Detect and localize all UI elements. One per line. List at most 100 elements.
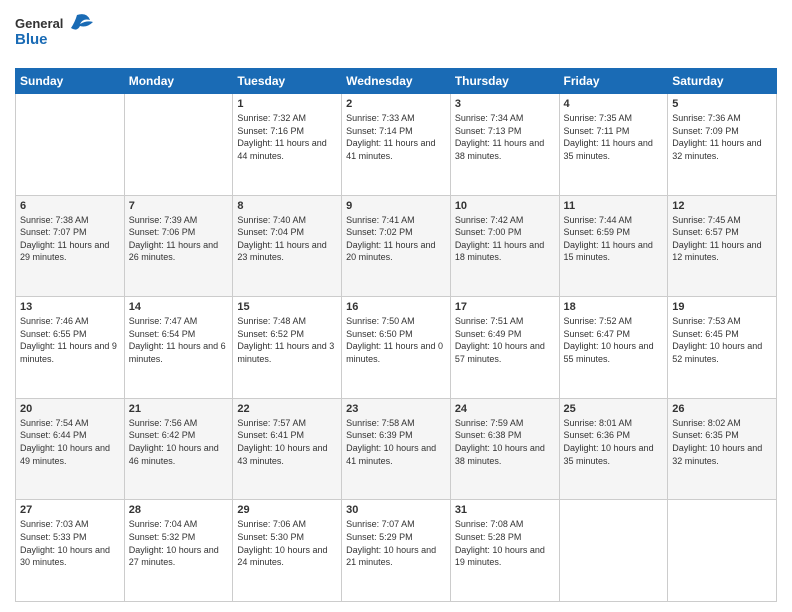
calendar-cell: 13Sunrise: 7:46 AM Sunset: 6:55 PM Dayli… <box>16 297 125 399</box>
calendar-cell: 2 Sunrise: 7:33 AM Sunset: 7:14 PM Daylig… <box>342 94 451 196</box>
day-info: Sunrise: 7:45 AM Sunset: 6:57 PM Dayligh… <box>672 214 772 264</box>
calendar-cell: 4 Sunrise: 7:35 AM Sunset: 7:11 PM Daylig… <box>559 94 668 196</box>
calendar-week-row: 27 Sunrise: 7:03 AM Sunset: 5:33 PM Dayli… <box>16 500 777 602</box>
calendar-cell: 25 Sunrise: 8:01 AM Sunset: 6:36 PM Dayli… <box>559 398 668 500</box>
calendar-cell: 15 Sunrise: 7:48 AM Sunset: 6:52 PM Dayli… <box>233 297 342 399</box>
calendar-cell <box>16 94 125 196</box>
day-of-week-header: Saturday <box>668 69 777 94</box>
day-number: 20 <box>20 403 120 415</box>
day-info: Sunrise: 7:03 AM Sunset: 5:33 PM Dayligh… <box>20 518 120 568</box>
day-number: 17 <box>455 301 555 313</box>
day-info: Sunrise: 7:47 AM Sunset: 6:54 PM Dayligh… <box>129 315 229 365</box>
calendar-cell: 28 Sunrise: 7:04 AM Sunset: 5:32 PM Dayli… <box>124 500 233 602</box>
day-number: 7 <box>129 200 229 212</box>
day-info: Sunrise: 7:56 AM Sunset: 6:42 PM Dayligh… <box>129 417 229 467</box>
day-of-week-header: Monday <box>124 69 233 94</box>
calendar-cell: 8Sunrise: 7:40 AM Sunset: 7:04 PM Daylig… <box>233 195 342 297</box>
calendar-cell: 24 Sunrise: 7:59 AM Sunset: 6:38 PM Dayli… <box>450 398 559 500</box>
day-info: Sunrise: 7:39 AM Sunset: 7:06 PM Dayligh… <box>129 214 229 264</box>
day-number: 22 <box>237 403 337 415</box>
day-number: 30 <box>346 504 446 516</box>
calendar-cell: 14 Sunrise: 7:47 AM Sunset: 6:54 PM Dayli… <box>124 297 233 399</box>
day-number: 9 <box>346 200 446 212</box>
day-number: 25 <box>564 403 664 415</box>
day-of-week-header: Thursday <box>450 69 559 94</box>
calendar-cell: 21 Sunrise: 7:56 AM Sunset: 6:42 PM Dayli… <box>124 398 233 500</box>
day-info: Sunrise: 7:50 AM Sunset: 6:50 PM Dayligh… <box>346 315 446 365</box>
day-info: Sunrise: 7:53 AM Sunset: 6:45 PM Dayligh… <box>672 315 772 365</box>
day-number: 3 <box>455 98 555 110</box>
calendar-table: SundayMondayTuesdayWednesdayThursdayFrid… <box>15 68 777 602</box>
calendar-cell: 5Sunrise: 7:36 AM Sunset: 7:09 PM Daylig… <box>668 94 777 196</box>
day-number: 4 <box>564 98 664 110</box>
day-number: 19 <box>672 301 772 313</box>
calendar-cell: 11 Sunrise: 7:44 AM Sunset: 6:59 PM Dayli… <box>559 195 668 297</box>
calendar-week-row: 20 Sunrise: 7:54 AM Sunset: 6:44 PM Dayli… <box>16 398 777 500</box>
day-number: 21 <box>129 403 229 415</box>
day-number: 10 <box>455 200 555 212</box>
day-info: Sunrise: 7:06 AM Sunset: 5:30 PM Dayligh… <box>237 518 337 568</box>
logo-icon: General Blue <box>15 10 95 55</box>
logo: General Blue <box>15 10 95 60</box>
svg-text:Blue: Blue <box>15 31 48 48</box>
calendar-cell <box>559 500 668 602</box>
calendar-cell: 6Sunrise: 7:38 AM Sunset: 7:07 PM Daylig… <box>16 195 125 297</box>
day-info: Sunrise: 7:36 AM Sunset: 7:09 PM Dayligh… <box>672 112 772 162</box>
page: General Blue SundayMondayTuesdayWednesda… <box>0 0 792 612</box>
day-number: 14 <box>129 301 229 313</box>
day-info: Sunrise: 7:44 AM Sunset: 6:59 PM Dayligh… <box>564 214 664 264</box>
day-info: Sunrise: 7:59 AM Sunset: 6:38 PM Dayligh… <box>455 417 555 467</box>
calendar-week-row: 13Sunrise: 7:46 AM Sunset: 6:55 PM Dayli… <box>16 297 777 399</box>
day-number: 16 <box>346 301 446 313</box>
day-number: 31 <box>455 504 555 516</box>
day-info: Sunrise: 7:08 AM Sunset: 5:28 PM Dayligh… <box>455 518 555 568</box>
calendar-cell: 17 Sunrise: 7:51 AM Sunset: 6:49 PM Dayli… <box>450 297 559 399</box>
calendar-cell: 29Sunrise: 7:06 AM Sunset: 5:30 PM Dayli… <box>233 500 342 602</box>
day-info: Sunrise: 7:57 AM Sunset: 6:41 PM Dayligh… <box>237 417 337 467</box>
day-number: 1 <box>237 98 337 110</box>
day-number: 6 <box>20 200 120 212</box>
calendar-cell: 23Sunrise: 7:58 AM Sunset: 6:39 PM Dayli… <box>342 398 451 500</box>
header: General Blue <box>15 10 777 60</box>
calendar-cell: 7 Sunrise: 7:39 AM Sunset: 7:06 PM Daylig… <box>124 195 233 297</box>
day-number: 24 <box>455 403 555 415</box>
calendar-cell: 9Sunrise: 7:41 AM Sunset: 7:02 PM Daylig… <box>342 195 451 297</box>
calendar-week-row: 1Sunrise: 7:32 AM Sunset: 7:16 PM Daylig… <box>16 94 777 196</box>
calendar-cell: 26 Sunrise: 8:02 AM Sunset: 6:35 PM Dayli… <box>668 398 777 500</box>
day-info: Sunrise: 7:42 AM Sunset: 7:00 PM Dayligh… <box>455 214 555 264</box>
calendar-cell: 18Sunrise: 7:52 AM Sunset: 6:47 PM Dayli… <box>559 297 668 399</box>
calendar-cell: 19 Sunrise: 7:53 AM Sunset: 6:45 PM Dayli… <box>668 297 777 399</box>
day-info: Sunrise: 7:48 AM Sunset: 6:52 PM Dayligh… <box>237 315 337 365</box>
day-info: Sunrise: 7:04 AM Sunset: 5:32 PM Dayligh… <box>129 518 229 568</box>
day-number: 13 <box>20 301 120 313</box>
calendar-cell: 12 Sunrise: 7:45 AM Sunset: 6:57 PM Dayli… <box>668 195 777 297</box>
day-info: Sunrise: 7:51 AM Sunset: 6:49 PM Dayligh… <box>455 315 555 365</box>
calendar-cell: 16 Sunrise: 7:50 AM Sunset: 6:50 PM Dayli… <box>342 297 451 399</box>
calendar-cell: 3Sunrise: 7:34 AM Sunset: 7:13 PM Daylig… <box>450 94 559 196</box>
day-info: Sunrise: 8:02 AM Sunset: 6:35 PM Dayligh… <box>672 417 772 467</box>
day-info: Sunrise: 7:07 AM Sunset: 5:29 PM Dayligh… <box>346 518 446 568</box>
day-number: 26 <box>672 403 772 415</box>
calendar-cell: 31 Sunrise: 7:08 AM Sunset: 5:28 PM Dayli… <box>450 500 559 602</box>
day-number: 28 <box>129 504 229 516</box>
day-info: Sunrise: 7:40 AM Sunset: 7:04 PM Dayligh… <box>237 214 337 264</box>
calendar-cell <box>124 94 233 196</box>
day-info: Sunrise: 8:01 AM Sunset: 6:36 PM Dayligh… <box>564 417 664 467</box>
day-number: 11 <box>564 200 664 212</box>
day-info: Sunrise: 7:33 AM Sunset: 7:14 PM Dayligh… <box>346 112 446 162</box>
calendar-cell: 1Sunrise: 7:32 AM Sunset: 7:16 PM Daylig… <box>233 94 342 196</box>
calendar-cell: 10 Sunrise: 7:42 AM Sunset: 7:00 PM Dayli… <box>450 195 559 297</box>
day-info: Sunrise: 7:54 AM Sunset: 6:44 PM Dayligh… <box>20 417 120 467</box>
day-info: Sunrise: 7:52 AM Sunset: 6:47 PM Dayligh… <box>564 315 664 365</box>
day-number: 12 <box>672 200 772 212</box>
day-of-week-header: Wednesday <box>342 69 451 94</box>
day-of-week-header: Friday <box>559 69 668 94</box>
day-number: 15 <box>237 301 337 313</box>
day-number: 27 <box>20 504 120 516</box>
day-number: 2 <box>346 98 446 110</box>
calendar-week-row: 6Sunrise: 7:38 AM Sunset: 7:07 PM Daylig… <box>16 195 777 297</box>
day-of-week-header: Sunday <box>16 69 125 94</box>
day-info: Sunrise: 7:35 AM Sunset: 7:11 PM Dayligh… <box>564 112 664 162</box>
day-of-week-header: Tuesday <box>233 69 342 94</box>
svg-text:General: General <box>15 16 63 31</box>
